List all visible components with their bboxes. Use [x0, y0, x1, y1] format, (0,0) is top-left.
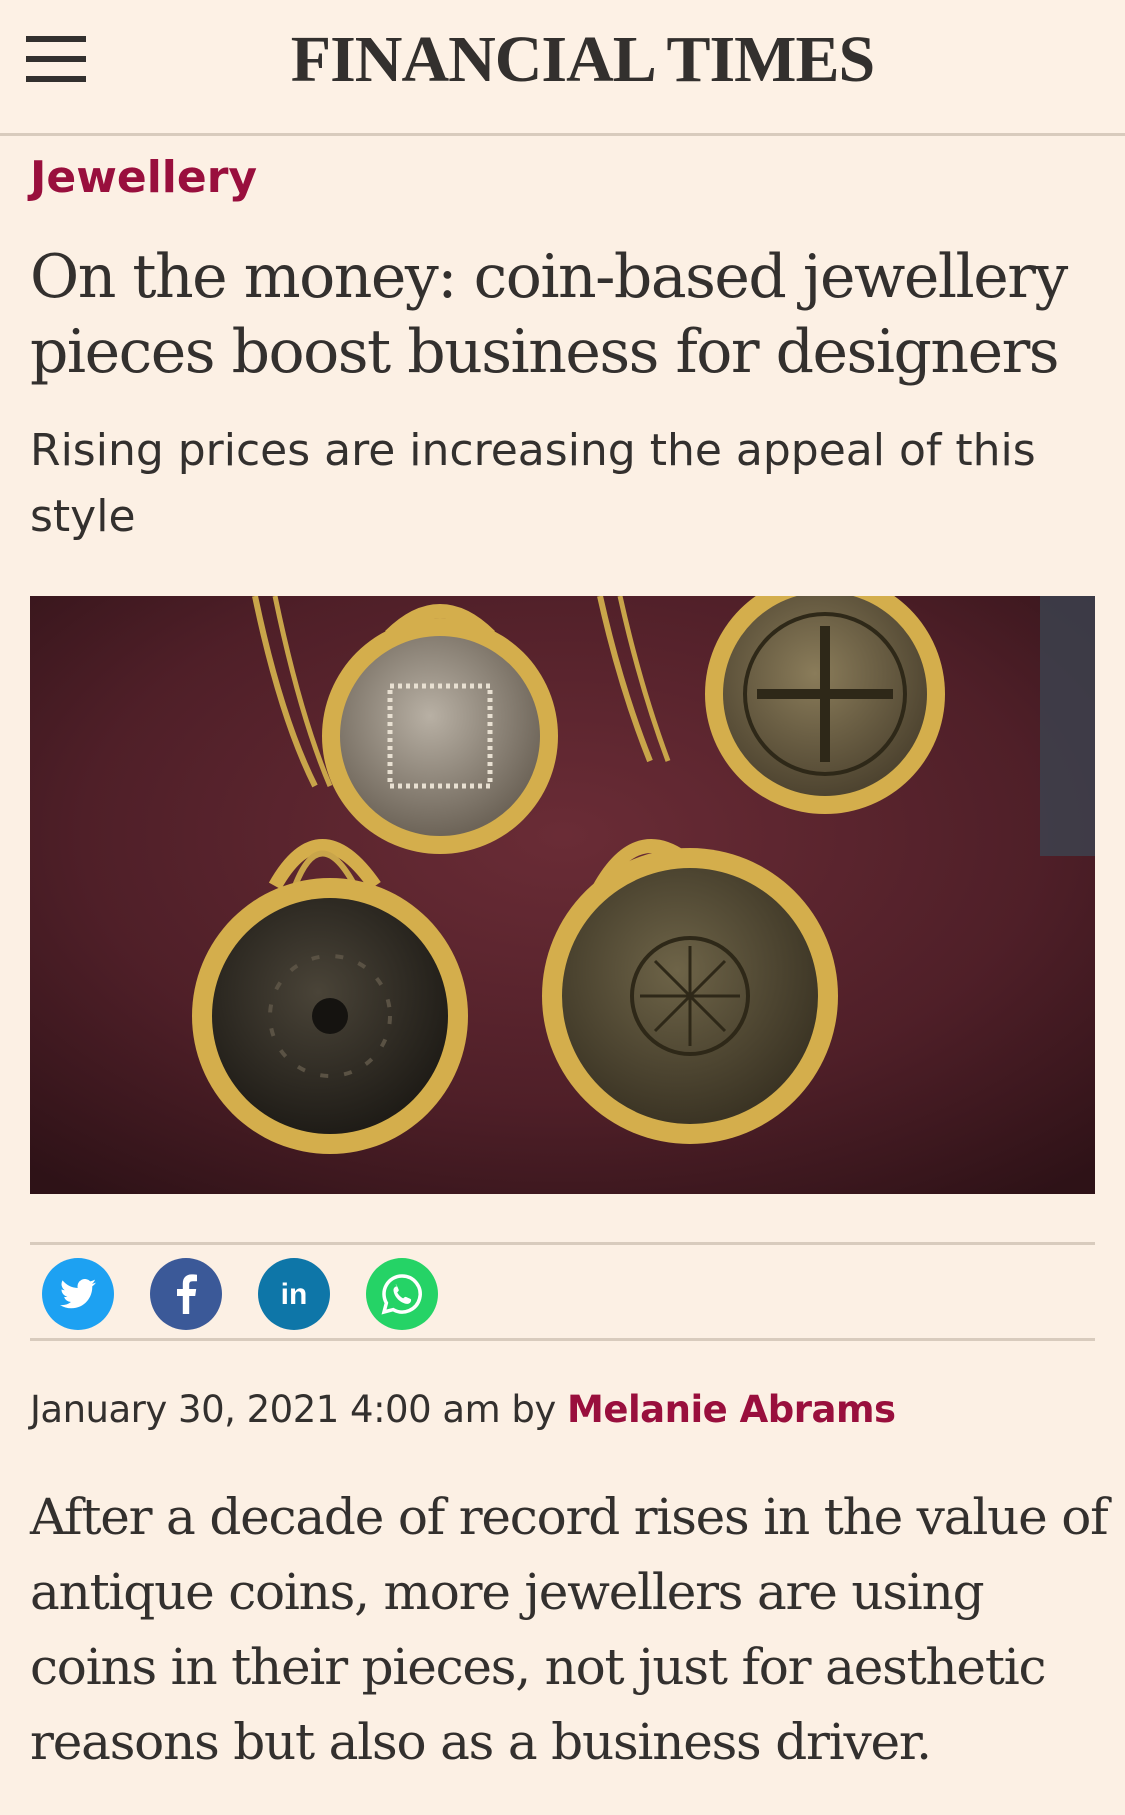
article-body-paragraph: After a decade of record rises in the va…: [30, 1488, 1109, 1771]
article-standfirst: Rising prices are increasing the appeal …: [30, 425, 1036, 542]
whatsapp-icon[interactable]: [366, 1258, 438, 1330]
whatsapp-phone-glyph: [381, 1274, 422, 1315]
linkedin-in-glyph: in: [281, 1278, 308, 1310]
author-link[interactable]: Melanie Abrams: [567, 1388, 896, 1431]
site-logo[interactable]: FINANCIAL TIMES: [0, 22, 1125, 98]
svg-text:in: in: [281, 1278, 308, 1310]
article-byline: January 30, 2021 4:00 am by Melanie Abra…: [30, 1388, 896, 1431]
publish-date: January 30, 2021 4:00 am: [30, 1388, 501, 1431]
twitter-icon[interactable]: [42, 1258, 114, 1330]
linkedin-icon[interactable]: in: [258, 1258, 330, 1330]
section-label[interactable]: Jewellery: [30, 152, 257, 203]
divider: [30, 1338, 1095, 1341]
byline-by: by: [511, 1388, 556, 1431]
facebook-icon[interactable]: [150, 1258, 222, 1330]
divider: [30, 1242, 1095, 1245]
facebook-f-glyph: [177, 1274, 197, 1314]
article-headline: On the money: coin-based jewellery piece…: [30, 242, 1068, 387]
twitter-bird-glyph: [60, 1279, 96, 1309]
coin-necklaces-photo: [30, 596, 1095, 1194]
hero-image: [30, 596, 1095, 1194]
site-header: FINANCIAL TIMES: [0, 0, 1125, 136]
